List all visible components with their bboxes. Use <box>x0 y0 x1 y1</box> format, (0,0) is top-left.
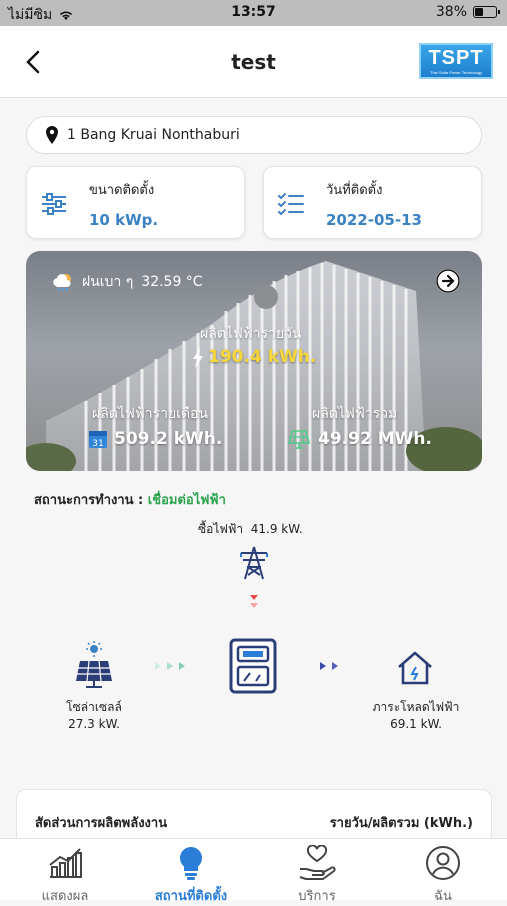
install-date-label: วันที่ติดตั้ง <box>326 183 383 198</box>
home-icon <box>398 651 432 685</box>
address-field[interactable]: 1 Bang Kruai Nonthaburi <box>26 116 482 154</box>
calendar-icon: 31 <box>89 431 107 449</box>
battery-icon <box>473 6 500 18</box>
battery-percent: 38% <box>435 4 467 20</box>
flow-arrows-load <box>320 662 338 670</box>
operation-value: เชื่อมต่อไฟฟ้า <box>147 493 226 508</box>
daily-value: 190.4 kWh. <box>208 347 317 367</box>
map-pin-icon <box>46 126 58 144</box>
app-header: test TSPT Thai Solar Power Technology <box>0 26 507 98</box>
install-capacity-label: ขนาดติดตั้ง <box>89 183 155 198</box>
solar-panel-icon <box>288 430 310 449</box>
tab-profile-label: ฉัน <box>434 889 452 904</box>
brand-logo: TSPT Thai Solar Power Technology <box>419 43 493 79</box>
daily-total-title: รายวัน/ผลิตรวม (kWh.) <box>329 816 473 831</box>
hand-heart-icon <box>299 845 336 880</box>
address-text: 1 Bang Kruai Nonthaburi <box>67 127 240 143</box>
sliders-icon <box>42 193 66 215</box>
checklist-icon <box>278 193 304 216</box>
monthly-value: 509.2 kWh. <box>114 429 223 449</box>
power-tower-icon <box>240 546 268 580</box>
install-date-card: วันที่ติดตั้ง 2022-05-13 <box>263 166 482 239</box>
status-bar: ไม่มีซิม 13:57 38% <box>0 0 507 26</box>
monthly-label: ผลิตไฟฟ้ารายเดือน <box>92 406 209 422</box>
load-value: 69.1 kW. <box>390 717 442 731</box>
install-capacity-card: ขนาดติดตั้ง 10 kWp. <box>26 166 245 239</box>
energy-ratio-title: สัดส่วนการผลิตพลังงาน <box>35 816 168 831</box>
tab-dashboard-label: แสดงผล <box>41 889 89 904</box>
solar-cell-icon <box>76 641 112 688</box>
rain-cloud-icon <box>53 274 71 291</box>
install-date-value: 2022-05-13 <box>326 211 422 229</box>
solar-cell-block: โซล่าเซลล์ 27.3 kW. <box>54 698 134 731</box>
weather-info: ฝนเบา ๆ 32.59 °C <box>52 271 203 293</box>
operation-label: สถานะการทำงาน : <box>34 493 144 508</box>
flow-down-arrows <box>250 595 258 608</box>
tab-dashboard[interactable]: แสดงผล <box>10 845 120 906</box>
lightbulb-icon <box>179 847 203 880</box>
install-capacity-value: 10 kWp. <box>89 211 159 229</box>
load-label: ภาระโหลดไฟฟ้า <box>372 700 460 714</box>
temperature-text: 32.59 °C <box>141 274 203 290</box>
load-block: ภาระโหลดไฟฟ้า 69.1 kW. <box>364 698 468 731</box>
grid-purchase: ซื้อไฟฟ้า 41.9 kW. <box>198 522 303 536</box>
grid-purchase-value: 41.9 kW. <box>250 522 303 536</box>
status-time: 13:57 <box>231 4 276 20</box>
tab-sites[interactable]: สถานที่ติดตั้ง <box>136 845 246 906</box>
inverter-meter-icon <box>229 638 277 694</box>
weather-text: ฝนเบา ๆ <box>82 274 134 290</box>
arrow-right-circle-icon[interactable] <box>436 269 460 293</box>
total-label: ผลิตไฟฟ้ารวม <box>312 406 398 422</box>
tab-services[interactable]: บริการ <box>262 845 372 906</box>
tab-sites-label: สถานที่ติดตั้ง <box>154 889 228 904</box>
total-value: 49.92 MWh. <box>318 429 432 449</box>
tab-profile[interactable]: ฉัน <box>388 845 498 906</box>
bottom-tab-bar: แสดงผล สถานที่ติดตั้ง บริการ ฉัน <box>0 838 507 904</box>
flow-arrows-solar <box>155 662 185 670</box>
operation-status: สถานะการทำงาน : เชื่อมต่อไฟฟ้า <box>34 489 226 510</box>
tab-services-label: บริการ <box>298 889 336 904</box>
solar-cell-value: 27.3 kW. <box>68 717 120 731</box>
lightning-icon <box>193 348 203 368</box>
chart-icon <box>49 848 82 878</box>
solar-cell-label: โซล่าเซลล์ <box>66 700 122 714</box>
production-hero-card[interactable]: ฝนเบา ๆ 32.59 °C ผลิตไฟฟ้ารายวัน 190.4 k… <box>26 251 482 471</box>
user-icon <box>426 846 460 880</box>
daily-label: ผลิตไฟฟ้ารายวัน <box>200 326 302 342</box>
svg-text:31: 31 <box>92 439 103 449</box>
